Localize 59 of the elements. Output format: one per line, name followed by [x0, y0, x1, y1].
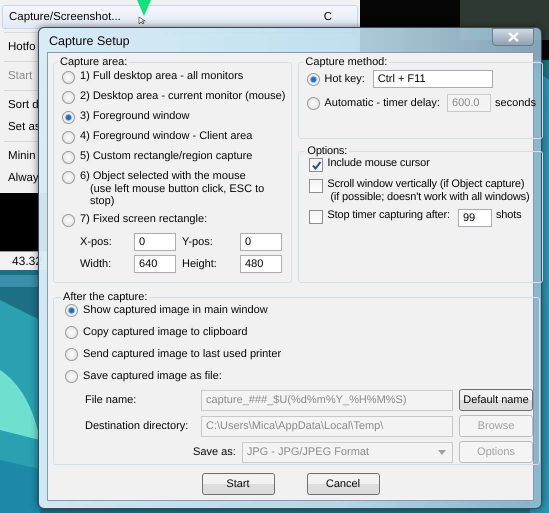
number-field[interactable]: 640 — [134, 255, 176, 273]
option-label[interactable]: Send captured image to last used printer — [83, 348, 282, 360]
option-label[interactable]: 1) Full desktop area - all monitors — [80, 70, 244, 82]
number-field[interactable]: 99 — [458, 209, 492, 227]
field-label: File name: — [85, 394, 138, 406]
radio-button[interactable] — [65, 348, 78, 361]
option-note: (use left mouse button click, ESC to stop) — [89, 183, 266, 207]
radio-button[interactable] — [307, 73, 320, 86]
option-label[interactable]: Show captured image in main window — [83, 304, 268, 316]
window-title: Capture Setup — [48, 33, 130, 48]
checkbox[interactable] — [309, 179, 324, 193]
caret-icon — [438, 450, 446, 454]
close-icon — [508, 32, 518, 42]
option-label[interactable]: 6) Object selected with the mouse — [80, 170, 286, 182]
option-label[interactable]: Include mouse cursor — [327, 157, 430, 169]
dialog-button[interactable]: Start — [202, 473, 274, 495]
option-label[interactable]: 2) Desktop area - current monitor (mouse) — [80, 90, 286, 102]
option-label[interactable]: Scroll window vertically (if Object capture) — [327, 178, 530, 190]
group-title: After the capture: — [62, 291, 148, 303]
field-label: X-pos: — [80, 236, 113, 248]
radio-button[interactable] — [65, 304, 78, 317]
option-label[interactable]: 7) Fixed screen rectangle: — [80, 213, 208, 225]
close-button[interactable] — [492, 28, 534, 46]
option-label[interactable]: Stop timer capturing after: — [327, 209, 450, 221]
radio-button[interactable] — [62, 71, 75, 84]
radio-button[interactable] — [65, 326, 78, 339]
option-label[interactable]: Hot key: — [324, 73, 365, 85]
field-label: Y-pos: — [182, 236, 214, 248]
number-field[interactable]: 0 — [240, 233, 282, 251]
radio-button[interactable] — [62, 131, 75, 144]
number-field[interactable]: 480 — [240, 255, 282, 273]
unit-label: shots — [496, 209, 522, 221]
option-label[interactable]: 5) Custom rectangle/region capture — [80, 150, 252, 162]
radio-button[interactable] — [62, 151, 75, 164]
field-label: Destination directory: — [85, 420, 190, 432]
checkbox[interactable] — [309, 210, 324, 224]
menu-item[interactable]: Capture/Screenshot... C — [2, 5, 358, 29]
group-title: Capture area: — [59, 56, 128, 68]
radio-button[interactable] — [62, 91, 75, 104]
option-label[interactable]: 4) Foreground window - Client area — [80, 130, 252, 142]
field-label: Height: — [182, 258, 218, 270]
checkbox[interactable] — [309, 158, 324, 172]
radio-button[interactable] — [62, 171, 75, 184]
field-label: Save as: — [193, 446, 236, 458]
group-title: Options: — [306, 145, 348, 157]
radio-button[interactable] — [62, 111, 75, 124]
group-title: Capture method: — [304, 56, 388, 68]
unit-label: seconds — [494, 97, 536, 109]
option-note: (if possible; doesn't work with all windows) — [329, 191, 530, 203]
radio-button[interactable] — [62, 214, 75, 227]
radio-button[interactable] — [65, 370, 78, 383]
option-label[interactable]: Save captured image as file: — [83, 370, 222, 382]
field-label: Width: — [80, 258, 112, 270]
text-field[interactable]: Ctrl + F11 — [372, 70, 493, 88]
option-label[interactable]: Copy captured image to clipboard — [83, 326, 248, 338]
option-label[interactable]: 3) Foreground window — [80, 110, 190, 122]
dialog-button[interactable]: Cancel — [306, 473, 380, 495]
number-field[interactable]: 0 — [134, 233, 176, 251]
cursor-icon — [137, 0, 151, 24]
